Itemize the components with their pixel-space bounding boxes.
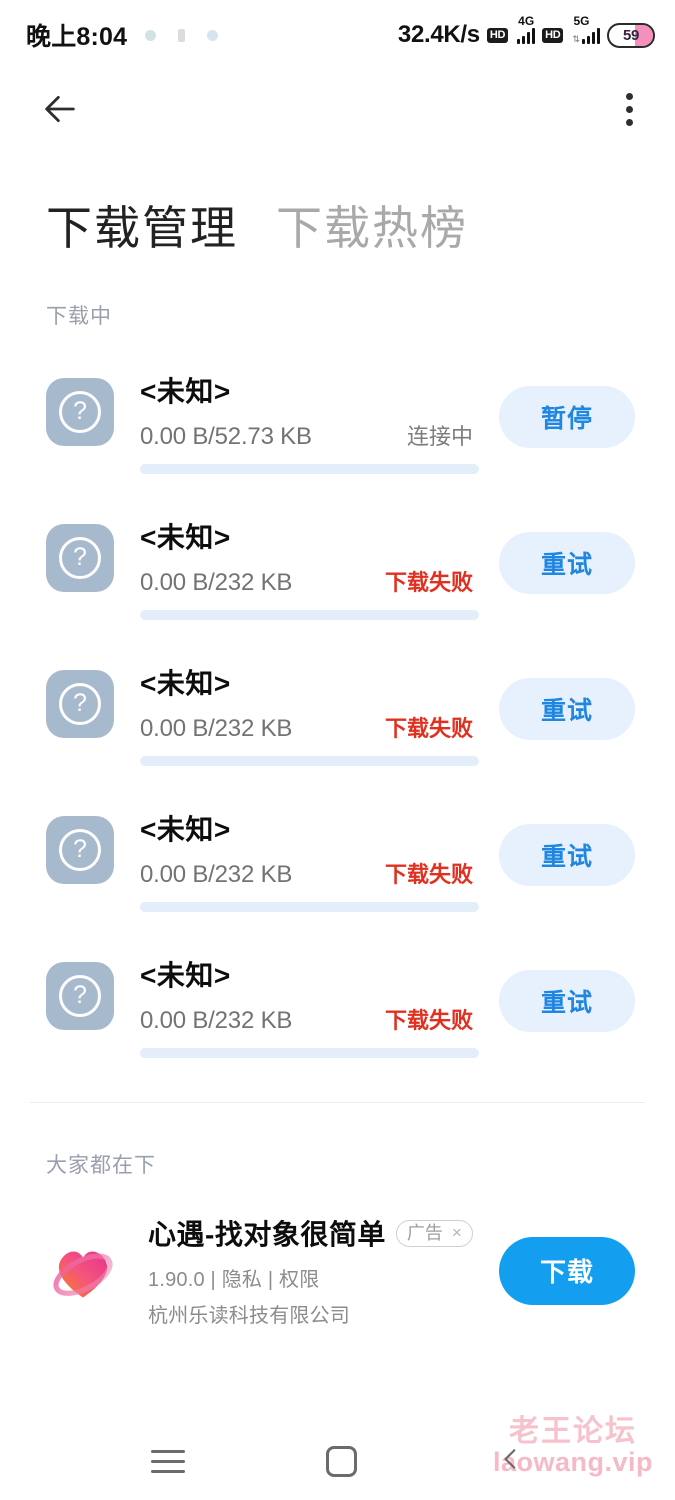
download-item-size: 0.00 B/232 KB [140, 569, 293, 596]
unknown-app-icon: ? [46, 670, 114, 738]
download-item-name: <未知> [140, 376, 231, 407]
network-speed-label: 32.4K/s [397, 21, 480, 48]
network-type-label-1: 4G [518, 13, 535, 28]
notification-dot-icon [145, 29, 157, 41]
download-item-size: 0.00 B/232 KB [140, 715, 293, 742]
download-item[interactable]: ? <未知> 0.00 B/52.73 KB 连接中 暂停 [0, 344, 675, 490]
download-progress-bar [140, 1048, 479, 1058]
recommended-app-download-button[interactable]: 下载 [499, 1236, 635, 1305]
app-bar [0, 70, 675, 148]
download-item-body: <未知> 0.00 B/232 KB 下载失败 [140, 660, 479, 766]
signal-group-2: 5G ⇅ [570, 14, 600, 44]
network-type-label-2: 5G [573, 13, 590, 28]
download-progress-bar [140, 464, 479, 474]
download-action-button[interactable]: 重试 [499, 970, 635, 1032]
unknown-app-icon: ? [46, 962, 114, 1030]
download-item-body: <未知> 0.00 B/232 KB 下载失败 [140, 514, 479, 620]
download-item-body: <未知> 0.00 B/52.73 KB 连接中 [140, 368, 479, 474]
arrow-left-icon [45, 95, 75, 123]
status-bar-notification-icons [145, 28, 219, 42]
download-item-body: <未知> 0.00 B/232 KB 下载失败 [140, 952, 479, 1058]
download-item[interactable]: ? <未知> 0.00 B/232 KB 下载失败 重试 [0, 928, 675, 1074]
recommended-app-body: 心遇-找对象很简单 广告 × 1.90.0 | 隐私 | 权限 杭州乐读科技有限… [148, 1213, 483, 1328]
question-mark-icon: ? [59, 975, 101, 1017]
download-action-button[interactable]: 重试 [499, 532, 635, 594]
hd-badge-icon-2: HD [542, 27, 564, 43]
recommended-app-title: 心遇-找对象很简单 [148, 1219, 386, 1250]
download-item-name: <未知> [140, 522, 231, 553]
unknown-app-icon: ? [46, 816, 114, 884]
unknown-app-icon: ? [46, 524, 114, 592]
overflow-menu-button[interactable] [618, 87, 641, 132]
download-item-meta: 0.00 B/232 KB 下载失败 [140, 711, 479, 743]
download-item[interactable]: ? <未知> 0.00 B/232 KB 下载失败 重试 [0, 782, 675, 928]
recommended-app-subtitle[interactable]: 1.90.0 | 隐私 | 权限 [148, 1263, 483, 1292]
download-item-status: 下载失败 [384, 1008, 473, 1033]
download-item-body: <未知> 0.00 B/232 KB 下载失败 [140, 806, 479, 912]
recents-button[interactable] [150, 1449, 185, 1473]
downloading-section-label: 下载中 [46, 305, 112, 328]
battery-icon: 59 [607, 22, 655, 48]
unknown-app-icon: ? [46, 378, 114, 446]
download-progress-bar [140, 756, 479, 766]
question-mark-icon: ? [59, 537, 101, 579]
back-button[interactable] [40, 89, 80, 129]
ad-badge[interactable]: 广告 × [395, 1219, 473, 1247]
download-item[interactable]: ? <未知> 0.00 B/232 KB 下载失败 重试 [0, 636, 675, 782]
download-item-meta: 0.00 B/232 KB 下载失败 [140, 857, 479, 889]
download-item-name: <未知> [140, 960, 231, 991]
question-mark-icon: ? [59, 683, 101, 725]
tab-download-manager[interactable]: 下载管理 [46, 192, 238, 258]
heart-app-icon [53, 1251, 113, 1298]
battery-level-label: 59 [622, 26, 640, 44]
download-list: ? <未知> 0.00 B/52.73 KB 连接中 暂停 ? <未知> 0.0… [0, 330, 675, 1074]
menu-icon [150, 1449, 185, 1453]
download-action-button[interactable]: 暂停 [499, 386, 635, 448]
signal-bars-icon-1 [517, 27, 536, 44]
download-item-meta: 0.00 B/232 KB 下载失败 [140, 1003, 479, 1035]
download-progress-bar [140, 610, 479, 620]
signal-bars-icon-2 [582, 27, 600, 44]
signal-group-1: 4G [515, 14, 536, 44]
more-vertical-icon [626, 92, 633, 100]
data-transfer-arrows-icon: ⇅ [572, 33, 580, 44]
status-bar-clock: 晚上8:04 [26, 23, 128, 51]
download-progress-bar [140, 902, 479, 912]
recommended-app-developer: 杭州乐读科技有限公司 [148, 1305, 350, 1327]
download-action-button[interactable]: 重试 [499, 824, 635, 886]
download-item[interactable]: ? <未知> 0.00 B/232 KB 下载失败 重试 [0, 490, 675, 636]
chevron-left-icon [504, 1448, 516, 1469]
recommended-app-title-row: 心遇-找对象很简单 广告 × [148, 1213, 483, 1253]
tab-bar: 下载管理 下载热榜 [0, 148, 675, 258]
download-item-status: 下载失败 [384, 570, 473, 595]
home-button[interactable] [325, 1445, 357, 1477]
ad-badge-label: 广告 [406, 1222, 443, 1243]
tab-download-ranking[interactable]: 下载热榜 [276, 192, 468, 258]
download-item-status: 下载失败 [384, 716, 473, 741]
download-action-button[interactable]: 重试 [499, 678, 635, 740]
notification-badge-icon [178, 28, 186, 42]
nav-back-button[interactable] [498, 1446, 524, 1477]
download-item-meta: 0.00 B/52.73 KB 连接中 [140, 419, 479, 451]
download-item-size: 0.00 B/232 KB [140, 861, 293, 888]
hd-badge-icon-1: HD [486, 27, 509, 43]
download-item-status: 下载失败 [384, 862, 473, 887]
question-mark-icon: ? [59, 391, 101, 433]
status-bar-indicators: 32.4K/s HD 4G HD 5G ⇅ 59 [398, 0, 655, 70]
notification-circle-icon [207, 29, 219, 41]
download-item-name: <未知> [140, 668, 231, 699]
download-item-name: <未知> [140, 814, 231, 845]
question-mark-icon: ? [59, 829, 101, 871]
download-item-size: 0.00 B/52.73 KB [140, 423, 312, 450]
recommended-app-item[interactable]: 心遇-找对象很简单 广告 × 1.90.0 | 隐私 | 权限 杭州乐读科技有限… [0, 1179, 675, 1358]
download-item-status: 连接中 [406, 424, 473, 449]
recommend-section-label: 大家都在下 [46, 1154, 156, 1177]
system-navigation-bar [0, 1422, 675, 1500]
download-item-size: 0.00 B/232 KB [140, 1007, 293, 1034]
close-icon[interactable]: × [452, 1224, 462, 1241]
download-item-meta: 0.00 B/232 KB 下载失败 [140, 565, 479, 597]
status-bar: 晚上8:04 32.4K/s HD 4G HD 5G ⇅ 59 [0, 0, 675, 70]
